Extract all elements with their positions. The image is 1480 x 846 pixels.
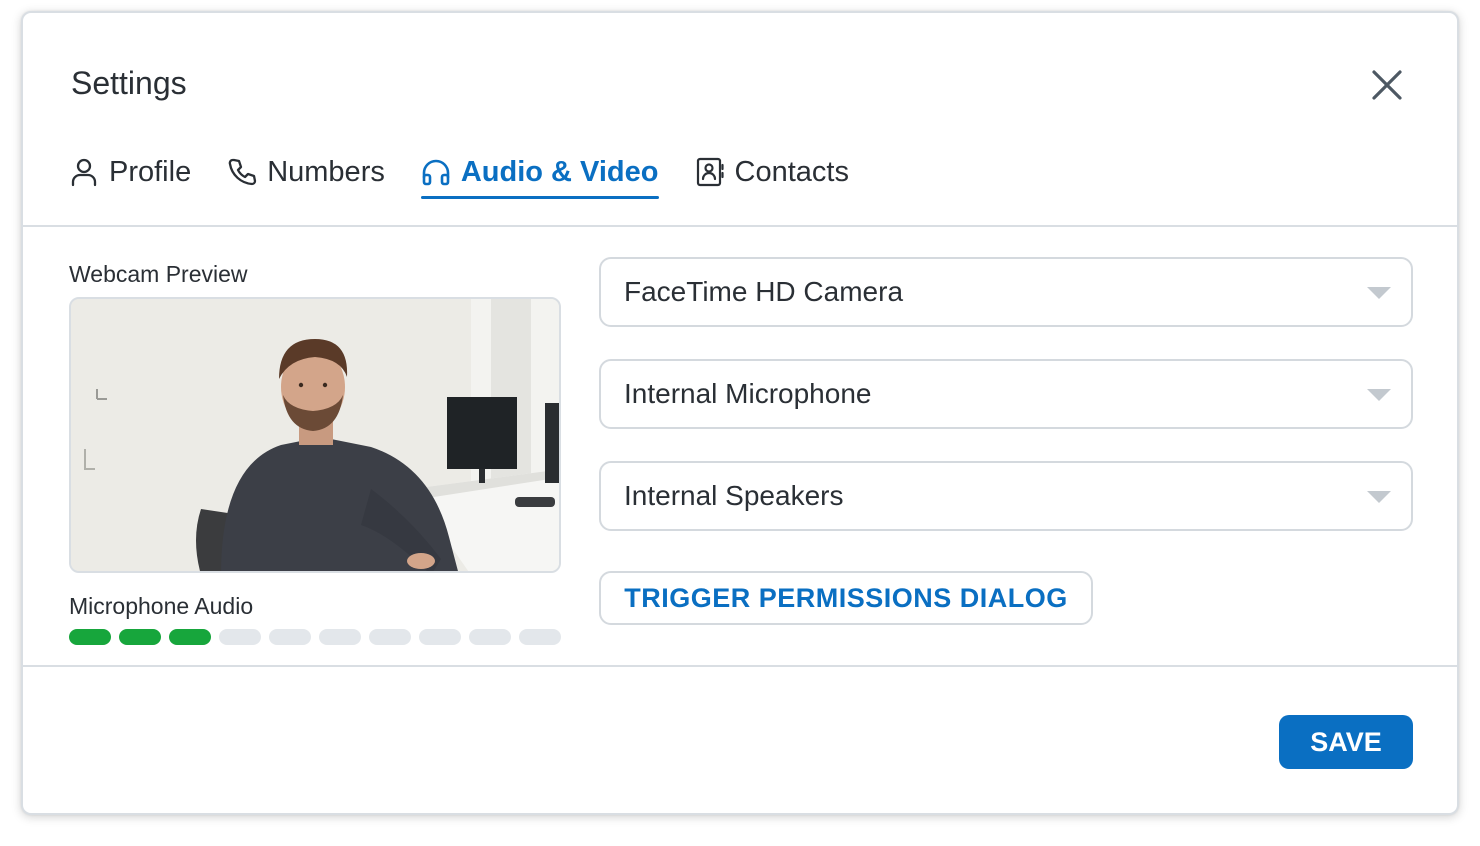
tab-audio-video-label: Audio & Video: [460, 155, 659, 188]
microphone-level-segment: [169, 629, 211, 645]
dialog-title: Settings: [71, 65, 187, 101]
microphone-level-meter: [69, 629, 569, 645]
chevron-down-icon: [1367, 287, 1391, 299]
camera-select[interactable]: FaceTime HD Camera: [599, 257, 1413, 327]
microphone-level-segment: [269, 629, 311, 645]
trigger-permissions-button[interactable]: TRIGGER PERMISSIONS DIALOG: [599, 571, 1093, 625]
microphone-level-segment: [419, 629, 461, 645]
tab-numbers-label: Numbers: [267, 155, 385, 188]
phone-icon: [227, 157, 257, 187]
webcam-preview-label: Webcam Preview: [69, 261, 248, 287]
tab-profile[interactable]: Profile: [69, 149, 191, 195]
speakers-select[interactable]: Internal Speakers: [599, 461, 1413, 531]
footer-divider: [23, 665, 1457, 667]
microphone-level-segment: [369, 629, 411, 645]
microphone-level-segment: [219, 629, 261, 645]
webcam-image: [71, 299, 559, 571]
microphone-level-segment: [469, 629, 511, 645]
person-icon: [69, 157, 99, 187]
microphone-level-segment: [69, 629, 111, 645]
microphone-level-segment: [119, 629, 161, 645]
webcam-preview: [69, 297, 561, 573]
tab-numbers[interactable]: Numbers: [227, 149, 385, 195]
close-icon: [1372, 70, 1402, 100]
tabs-divider: [23, 225, 1457, 227]
save-button[interactable]: SAVE: [1279, 715, 1413, 769]
microphone-level-segment: [319, 629, 361, 645]
speakers-select-value: Internal Speakers: [624, 480, 844, 511]
tab-audio-video[interactable]: Audio & Video: [420, 149, 659, 199]
camera-select-value: FaceTime HD Camera: [624, 276, 904, 307]
contact-card-icon: [695, 157, 725, 187]
microphone-select[interactable]: Internal Microphone: [599, 359, 1413, 429]
chevron-down-icon: [1367, 389, 1391, 401]
settings-dialog: Settings Profile Numbers Audio & Video C…: [21, 11, 1459, 815]
tab-contacts[interactable]: Contacts: [695, 149, 849, 195]
headphones-icon: [421, 157, 451, 187]
close-button[interactable]: [1369, 67, 1405, 103]
microphone-audio-label: Microphone Audio: [69, 593, 254, 619]
chevron-down-icon: [1367, 491, 1391, 503]
microphone-level-segment: [519, 629, 561, 645]
microphone-select-value: Internal Microphone: [624, 378, 872, 409]
settings-tabs: Profile Numbers Audio & Video Contacts: [69, 149, 885, 209]
tab-contacts-label: Contacts: [734, 155, 849, 188]
tab-profile-label: Profile: [109, 155, 192, 188]
